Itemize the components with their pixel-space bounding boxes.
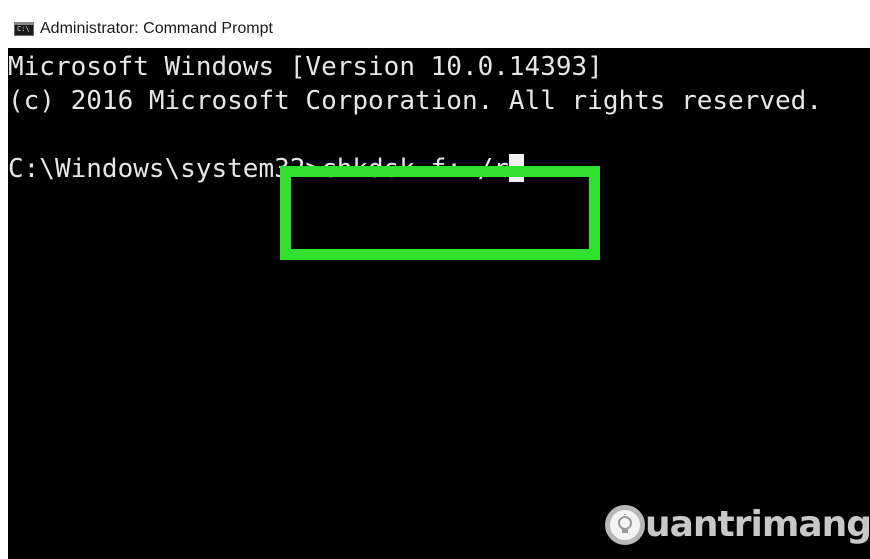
console-line-version: Microsoft Windows [Version 10.0.14393] [8,52,603,82]
prompt-path: C:\Windows\system32> [8,154,322,184]
lightbulb-glyph [618,513,632,533]
watermark-text: uantrimang [645,504,870,545]
window-title: Administrator: Command Prompt [40,20,273,37]
watermark-logo: uantrimang [605,504,870,545]
console-line-copyright: (c) 2016 Microsoft Corporation. All righ… [8,86,822,116]
command-prompt-window[interactable]: C:\ Administrator: Command Prompt Micros… [8,10,870,559]
command-highlight-box [280,166,600,260]
console-area[interactable]: Microsoft Windows [Version 10.0.14393] (… [8,48,870,559]
cmd-icon: C:\ [14,22,34,36]
title-bar[interactable]: C:\ Administrator: Command Prompt [8,10,870,48]
lightbulb-icon [605,504,645,545]
